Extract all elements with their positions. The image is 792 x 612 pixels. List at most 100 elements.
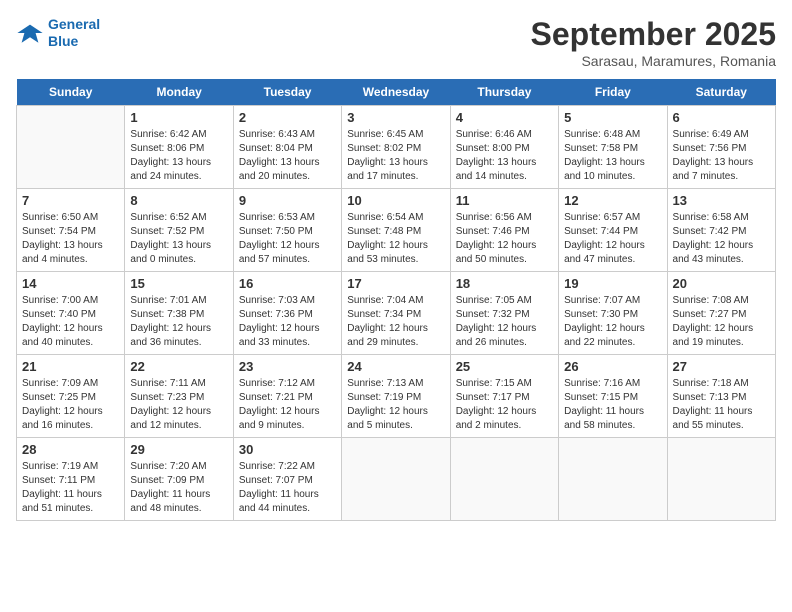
cell-info: Sunrise: 6:43 AM Sunset: 8:04 PM Dayligh… (239, 128, 336, 184)
day-header-tuesday: Tuesday (233, 79, 341, 106)
cell-info: Sunrise: 6:45 AM Sunset: 8:02 PM Dayligh… (347, 128, 444, 184)
calendar-cell: 9Sunrise: 6:53 AM Sunset: 7:50 PM Daylig… (233, 189, 341, 272)
calendar-cell: 1 Sunrise: 6:42 AM Sunset: 8:06 PM Daylig… (125, 106, 233, 189)
logo-text: General Blue (48, 16, 100, 50)
date-number: 29 (130, 442, 227, 457)
date-number: 3 (347, 110, 444, 125)
cell-info: Sunrise: 7:08 AM Sunset: 7:27 PM Dayligh… (673, 294, 770, 350)
calendar-cell: 17 Sunrise: 7:04 AM Sunset: 7:34 PM Dayli… (342, 272, 450, 355)
title-section: September 2025 Sarasau, Maramures, Roman… (531, 16, 776, 69)
calendar-cell: 22Sunrise: 7:11 AM Sunset: 7:23 PM Dayli… (125, 355, 233, 438)
calendar-cell: 28 Sunrise: 7:19 AM Sunset: 7:11 PM Dayli… (17, 438, 125, 521)
date-number: 13 (673, 193, 770, 208)
calendar-week-5: 28 Sunrise: 7:19 AM Sunset: 7:11 PM Dayli… (17, 438, 776, 521)
calendar-cell: 6Sunrise: 6:49 AM Sunset: 7:56 PM Daylig… (667, 106, 775, 189)
date-number: 11 (456, 193, 553, 208)
date-number: 1 (130, 110, 227, 125)
date-number: 8 (130, 193, 227, 208)
date-number: 7 (22, 193, 119, 208)
calendar-cell: 16 Sunrise: 7:03 AM Sunset: 7:36 PM Dayli… (233, 272, 341, 355)
date-number: 17 (347, 276, 444, 291)
cell-info: Sunrise: 7:03 AM Sunset: 7:36 PM Dayligh… (239, 294, 336, 350)
calendar-cell (450, 438, 558, 521)
calendar-body: 1 Sunrise: 6:42 AM Sunset: 8:06 PM Daylig… (17, 106, 776, 521)
cell-info: Sunrise: 7:00 AM Sunset: 7:40 PM Dayligh… (22, 294, 119, 350)
calendar-cell: 15Sunrise: 7:01 AM Sunset: 7:38 PM Dayli… (125, 272, 233, 355)
day-header-friday: Friday (559, 79, 667, 106)
calendar-table: SundayMondayTuesdayWednesdayThursdayFrid… (16, 79, 776, 521)
calendar-cell: 27 Sunrise: 7:18 AM Sunset: 7:13 PM Dayli… (667, 355, 775, 438)
cell-info: Sunrise: 7:07 AM Sunset: 7:30 PM Dayligh… (564, 294, 661, 350)
cell-info: Sunrise: 7:19 AM Sunset: 7:11 PM Dayligh… (22, 460, 119, 516)
cell-info: Sunrise: 7:16 AM Sunset: 7:15 PM Dayligh… (564, 377, 661, 433)
cell-info: Sunrise: 7:05 AM Sunset: 7:32 PM Dayligh… (456, 294, 553, 350)
cell-info: Sunrise: 6:50 AM Sunset: 7:54 PM Dayligh… (22, 211, 119, 267)
date-number: 10 (347, 193, 444, 208)
calendar-cell: 24Sunrise: 7:13 AM Sunset: 7:19 PM Dayli… (342, 355, 450, 438)
days-header: SundayMondayTuesdayWednesdayThursdayFrid… (17, 79, 776, 106)
cell-info: Sunrise: 6:53 AM Sunset: 7:50 PM Dayligh… (239, 211, 336, 267)
date-number: 12 (564, 193, 661, 208)
date-number: 4 (456, 110, 553, 125)
calendar-week-4: 21 Sunrise: 7:09 AM Sunset: 7:25 PM Dayli… (17, 355, 776, 438)
cell-info: Sunrise: 7:13 AM Sunset: 7:19 PM Dayligh… (347, 377, 444, 433)
calendar-cell: 11 Sunrise: 6:56 AM Sunset: 7:46 PM Dayli… (450, 189, 558, 272)
cell-info: Sunrise: 6:58 AM Sunset: 7:42 PM Dayligh… (673, 211, 770, 267)
date-number: 28 (22, 442, 119, 457)
cell-info: Sunrise: 6:48 AM Sunset: 7:58 PM Dayligh… (564, 128, 661, 184)
cell-info: Sunrise: 6:56 AM Sunset: 7:46 PM Dayligh… (456, 211, 553, 267)
day-header-wednesday: Wednesday (342, 79, 450, 106)
calendar-cell (559, 438, 667, 521)
calendar-cell: 26 Sunrise: 7:16 AM Sunset: 7:15 PM Dayli… (559, 355, 667, 438)
date-number: 18 (456, 276, 553, 291)
calendar-cell: 21 Sunrise: 7:09 AM Sunset: 7:25 PM Dayli… (17, 355, 125, 438)
calendar-cell: 30 Sunrise: 7:22 AM Sunset: 7:07 PM Dayli… (233, 438, 341, 521)
cell-info: Sunrise: 7:20 AM Sunset: 7:09 PM Dayligh… (130, 460, 227, 516)
calendar-cell: 7 Sunrise: 6:50 AM Sunset: 7:54 PM Daylig… (17, 189, 125, 272)
calendar-cell (342, 438, 450, 521)
cell-info: Sunrise: 7:04 AM Sunset: 7:34 PM Dayligh… (347, 294, 444, 350)
cell-info: Sunrise: 7:22 AM Sunset: 7:07 PM Dayligh… (239, 460, 336, 516)
date-number: 21 (22, 359, 119, 374)
calendar-cell: 4 Sunrise: 6:46 AM Sunset: 8:00 PM Daylig… (450, 106, 558, 189)
calendar-cell: 29 Sunrise: 7:20 AM Sunset: 7:09 PM Dayli… (125, 438, 233, 521)
cell-info: Sunrise: 7:09 AM Sunset: 7:25 PM Dayligh… (22, 377, 119, 433)
date-number: 27 (673, 359, 770, 374)
day-header-thursday: Thursday (450, 79, 558, 106)
calendar-cell (17, 106, 125, 189)
date-number: 20 (673, 276, 770, 291)
calendar-cell: 2 Sunrise: 6:43 AM Sunset: 8:04 PM Daylig… (233, 106, 341, 189)
date-number: 19 (564, 276, 661, 291)
calendar-cell: 13 Sunrise: 6:58 AM Sunset: 7:42 PM Dayli… (667, 189, 775, 272)
calendar-week-2: 7 Sunrise: 6:50 AM Sunset: 7:54 PM Daylig… (17, 189, 776, 272)
date-number: 16 (239, 276, 336, 291)
date-number: 5 (564, 110, 661, 125)
date-number: 2 (239, 110, 336, 125)
date-number: 25 (456, 359, 553, 374)
date-number: 23 (239, 359, 336, 374)
day-header-monday: Monday (125, 79, 233, 106)
calendar-cell: 3 Sunrise: 6:45 AM Sunset: 8:02 PM Daylig… (342, 106, 450, 189)
cell-info: Sunrise: 6:42 AM Sunset: 8:06 PM Dayligh… (130, 128, 227, 184)
calendar-week-3: 14 Sunrise: 7:00 AM Sunset: 7:40 PM Dayli… (17, 272, 776, 355)
cell-info: Sunrise: 6:49 AM Sunset: 7:56 PM Dayligh… (673, 128, 770, 184)
day-header-sunday: Sunday (17, 79, 125, 106)
logo-icon (16, 19, 44, 47)
calendar-cell (667, 438, 775, 521)
month-title: September 2025 (531, 16, 776, 53)
calendar-week-1: 1 Sunrise: 6:42 AM Sunset: 8:06 PM Daylig… (17, 106, 776, 189)
cell-info: Sunrise: 6:54 AM Sunset: 7:48 PM Dayligh… (347, 211, 444, 267)
day-header-saturday: Saturday (667, 79, 775, 106)
cell-info: Sunrise: 7:11 AM Sunset: 7:23 PM Dayligh… (130, 377, 227, 433)
calendar-cell: 12 Sunrise: 6:57 AM Sunset: 7:44 PM Dayli… (559, 189, 667, 272)
cell-info: Sunrise: 7:18 AM Sunset: 7:13 PM Dayligh… (673, 377, 770, 433)
cell-info: Sunrise: 6:46 AM Sunset: 8:00 PM Dayligh… (456, 128, 553, 184)
cell-info: Sunrise: 7:01 AM Sunset: 7:38 PM Dayligh… (130, 294, 227, 350)
location-subtitle: Sarasau, Maramures, Romania (531, 53, 776, 69)
cell-info: Sunrise: 6:57 AM Sunset: 7:44 PM Dayligh… (564, 211, 661, 267)
calendar-cell: 23Sunrise: 7:12 AM Sunset: 7:21 PM Dayli… (233, 355, 341, 438)
calendar-cell: 10 Sunrise: 6:54 AM Sunset: 7:48 PM Dayli… (342, 189, 450, 272)
date-number: 14 (22, 276, 119, 291)
date-number: 30 (239, 442, 336, 457)
date-number: 26 (564, 359, 661, 374)
